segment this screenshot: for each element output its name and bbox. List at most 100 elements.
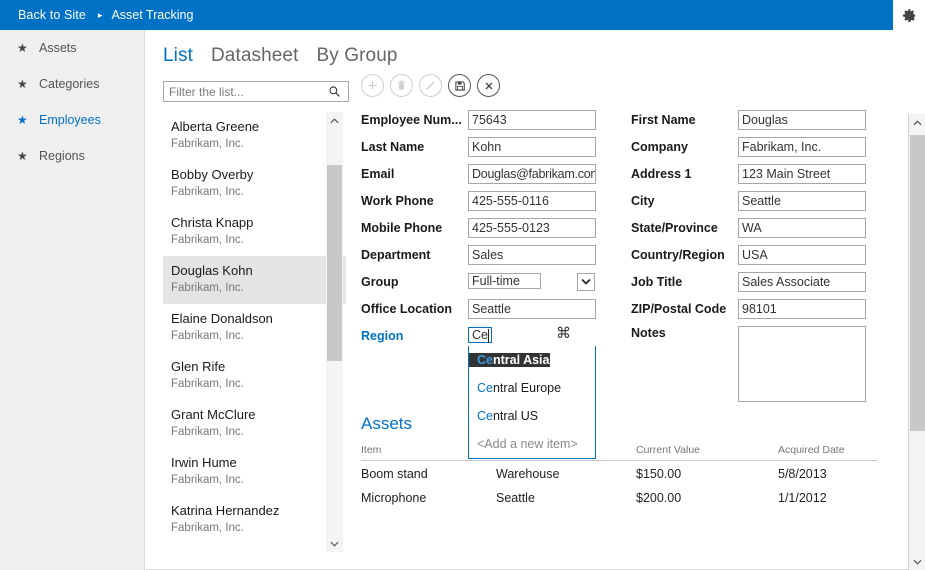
field-label: Employee Num...: [361, 112, 462, 127]
last-name-field[interactable]: Kohn: [468, 136, 596, 157]
save-button[interactable]: [448, 74, 471, 97]
employee-name: Katrina Hernandez: [171, 503, 280, 518]
field-state-province: State/Province WA: [631, 214, 866, 241]
list-item[interactable]: Grant McClure Fabrikam, Inc.: [163, 400, 346, 448]
job-title-field[interactable]: Sales Associate: [738, 271, 866, 292]
field-label: Office Location: [361, 301, 452, 316]
tab-list[interactable]: List: [163, 45, 193, 67]
company-field[interactable]: Fabrikam, Inc.: [738, 136, 866, 157]
address-1-field[interactable]: 123 Main Street: [738, 163, 866, 184]
page-scrollbar[interactable]: [908, 114, 925, 570]
field-email: Email Douglas@fabrikam.com: [361, 160, 596, 187]
field-last-name: Last Name Kohn: [361, 133, 596, 160]
search-icon[interactable]: [324, 85, 344, 98]
field-company: Company Fabrikam, Inc.: [631, 133, 866, 160]
cell-current-value: $200.00: [636, 491, 682, 505]
delete-button[interactable]: [390, 74, 413, 97]
list-item[interactable]: Irwin Hume Fabrikam, Inc.: [163, 448, 346, 496]
field-department: Department Sales: [361, 241, 596, 268]
scrollbar-track[interactable]: [909, 131, 925, 553]
table-row[interactable]: Boom stand Warehouse $150.00 5/8/2013: [361, 461, 877, 486]
field-label-region: Region: [361, 328, 404, 343]
sidebar-item-regions[interactable]: ★ Regions: [0, 138, 144, 174]
office-location-field[interactable]: Seattle: [468, 298, 596, 319]
autocomplete-option-central-europe[interactable]: Central Europe: [469, 381, 561, 395]
autocomplete-option-central-asia[interactable]: Central Asia: [469, 352, 550, 367]
field-label: Address 1: [631, 166, 692, 181]
list-item[interactable]: Bobby Overby Fabrikam, Inc.: [163, 160, 346, 208]
chevron-down-icon[interactable]: [577, 272, 595, 291]
match-rest: ntral Asia: [492, 352, 550, 367]
scrollbar-thumb[interactable]: [909, 135, 925, 431]
settings-gear-button[interactable]: [893, 0, 925, 30]
sidebar-item-categories[interactable]: ★ Categories: [0, 66, 144, 102]
autocomplete-option-central-us[interactable]: Central US: [469, 409, 538, 423]
star-icon: ★: [17, 149, 28, 163]
field-city: City Seattle: [631, 187, 866, 214]
email-field[interactable]: Douglas@fabrikam.com: [468, 163, 596, 184]
employee-company: Fabrikam, Inc.: [171, 282, 244, 294]
city-field[interactable]: Seattle: [738, 190, 866, 211]
list-item[interactable]: Elaine Donaldson Fabrikam, Inc.: [163, 304, 346, 352]
autocomplete-option-add-new[interactable]: <Add a new item>: [469, 437, 578, 451]
first-name-field[interactable]: Douglas: [738, 109, 866, 130]
field-employee-number: Employee Num... 75643: [361, 106, 596, 133]
field-office-location: Office Location Seattle: [361, 295, 596, 322]
back-to-site-link[interactable]: Back to Site: [0, 8, 86, 22]
country-region-field[interactable]: USA: [738, 244, 866, 265]
star-icon: ★: [17, 77, 28, 91]
ibeam-cursor-icon: ⌘: [556, 325, 571, 342]
list-item[interactable]: Glen Rife Fabrikam, Inc.: [163, 352, 346, 400]
assets-heading: Assets: [361, 414, 413, 433]
field-label: Email: [361, 166, 395, 181]
chevron-up-icon[interactable]: [912, 114, 922, 131]
scrollbar-thumb[interactable]: [327, 165, 342, 361]
table-row[interactable]: Microphone Seattle $200.00 1/1/2012: [361, 485, 877, 509]
mobile-phone-field[interactable]: 425-555-0123: [468, 217, 596, 238]
work-phone-field[interactable]: 425-555-0116: [468, 190, 596, 211]
sidebar-item-employees[interactable]: ★ Employees: [0, 102, 144, 138]
group-select-value[interactable]: Full-time: [468, 272, 541, 289]
notes-field[interactable]: [738, 326, 866, 402]
zip-postal-code-field[interactable]: 98101: [738, 298, 866, 319]
employee-name: Bobby Overby: [171, 167, 254, 182]
list-item-selected[interactable]: Douglas Kohn Fabrikam, Inc.: [163, 256, 346, 304]
tab-datasheet[interactable]: Datasheet: [211, 45, 299, 67]
employee-list: Alberta Greene Fabrikam, Inc. Bobby Over…: [163, 112, 346, 552]
tab-by-group[interactable]: By Group: [316, 45, 397, 67]
breadcrumb-separator-icon: ▸: [97, 9, 103, 20]
filter-input[interactable]: [164, 82, 324, 101]
department-field[interactable]: Sales: [468, 244, 596, 265]
field-label: Job Title: [631, 274, 683, 289]
field-label: Country/Region: [631, 247, 725, 262]
close-icon: [483, 80, 495, 92]
list-item[interactable]: Christa Knapp Fabrikam, Inc.: [163, 208, 346, 256]
table-header-row: Item Location Current Value Acquired Dat…: [361, 444, 877, 461]
match-prefix: Ce: [477, 408, 493, 423]
add-button[interactable]: [361, 74, 384, 97]
chevron-down-icon[interactable]: [330, 535, 339, 552]
group-select[interactable]: Full-time: [468, 272, 596, 292]
employee-name: Irwin Hume: [171, 455, 237, 470]
employee-name: Christa Knapp: [171, 215, 254, 230]
edit-button[interactable]: [419, 74, 442, 97]
employee-list-scrollbar[interactable]: [326, 112, 343, 552]
employee-number-field[interactable]: 75643: [468, 109, 596, 130]
field-first-name: First Name Douglas: [631, 106, 866, 133]
list-item[interactable]: Alberta Greene Fabrikam, Inc.: [163, 112, 346, 160]
field-label: State/Province: [631, 220, 718, 235]
employee-name: Douglas Kohn: [171, 263, 253, 278]
list-item[interactable]: Katrina Hernandez Fabrikam, Inc.: [163, 496, 346, 544]
scrollbar-track[interactable]: [326, 129, 343, 535]
field-label: Mobile Phone: [361, 220, 443, 235]
chevron-down-icon[interactable]: [912, 553, 922, 570]
sidebar-item-assets[interactable]: ★ Assets: [0, 30, 144, 66]
employee-company: Fabrikam, Inc.: [171, 138, 244, 150]
region-combobox[interactable]: Ce ⌘ Central Asia Central Europe Central…: [468, 325, 596, 459]
chevron-up-icon[interactable]: [330, 112, 339, 129]
employee-form-right: First Name Douglas Company Fabrikam, Inc…: [631, 106, 866, 402]
cancel-button[interactable]: [477, 74, 500, 97]
filter-box[interactable]: [163, 81, 349, 102]
state-province-field[interactable]: WA: [738, 217, 866, 238]
employee-company: Fabrikam, Inc.: [171, 234, 244, 246]
